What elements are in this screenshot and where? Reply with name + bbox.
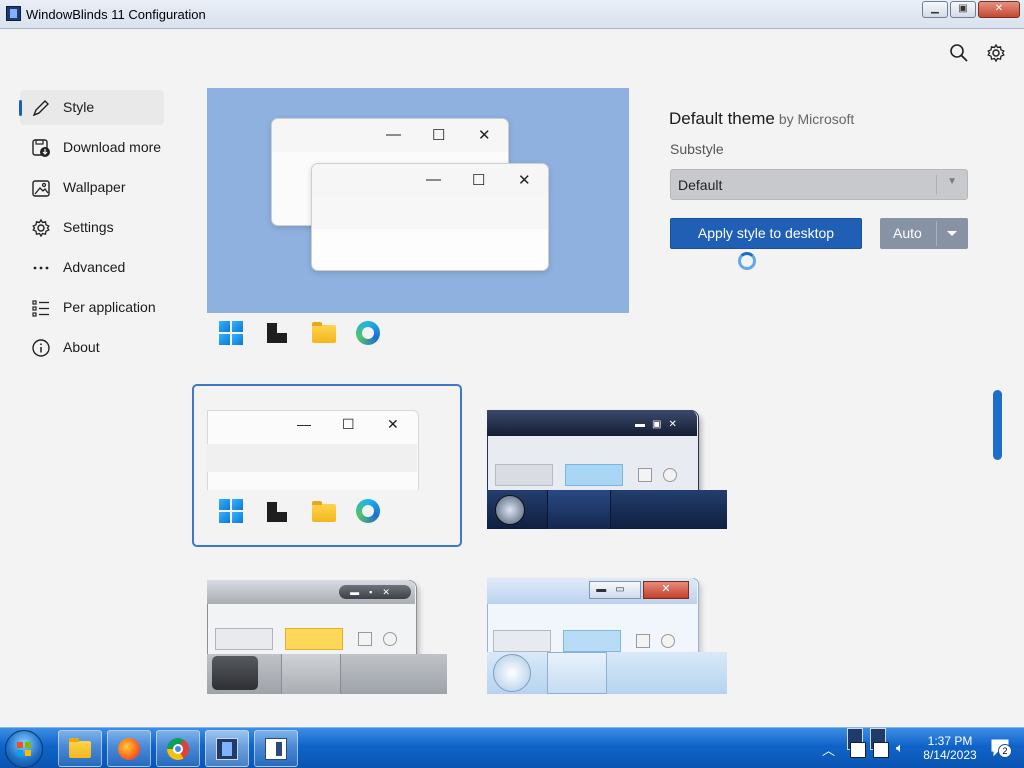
taskbar-firefox[interactable] xyxy=(107,730,151,767)
nav-label-about: About xyxy=(63,339,100,355)
nav-item-wallpaper[interactable]: Wallpaper xyxy=(20,170,164,205)
settings-app-icon xyxy=(265,738,287,760)
file-explorer-icon xyxy=(69,738,91,758)
preview-maximize-icon: ☐ xyxy=(432,127,446,144)
preview-close-icon: ✕ xyxy=(518,172,531,189)
nav-label-wallpaper: Wallpaper xyxy=(63,179,126,195)
theme-preview: — ☐ ✕ — ☐ ✕ xyxy=(207,88,629,313)
taskbar-file-explorer[interactable] xyxy=(58,730,102,767)
app-icon xyxy=(6,6,21,21)
nav-item-style[interactable]: Style xyxy=(19,90,164,125)
maximize-button[interactable]: ▣ xyxy=(950,1,976,18)
theme-thumbnail-silver[interactable]: ▬▪✕ xyxy=(207,572,447,694)
info-icon xyxy=(32,339,50,357)
gear-icon xyxy=(32,218,50,238)
taskbar-windowblinds[interactable] xyxy=(205,730,249,767)
volume-icon[interactable]: 🔈︎ xyxy=(896,740,904,756)
show-hidden-icons-button[interactable]: ︿ xyxy=(822,740,835,759)
tray-app-icon[interactable] xyxy=(850,742,866,758)
terminal-icon xyxy=(267,323,287,343)
minimize-button[interactable]: ▁ xyxy=(922,1,948,18)
substyle-value: Default xyxy=(678,177,723,193)
theme-name: Default theme xyxy=(669,109,775,128)
preview-minimize-icon: — xyxy=(426,171,441,188)
preview-maximize-icon: ☐ xyxy=(472,172,486,189)
search-icon[interactable] xyxy=(949,43,969,63)
title-bar: WindowBlinds 11 Configuration ▁ ▣ ✕ xyxy=(0,0,1024,29)
nav-label-per-application: Per application xyxy=(63,299,156,315)
preview-close-icon: ✕ xyxy=(478,127,491,144)
close-button[interactable]: ✕ xyxy=(978,1,1020,18)
preview-minimize-icon: — xyxy=(386,126,401,143)
vertical-scrollbar-thumb[interactable] xyxy=(993,390,1002,460)
notification-center-button[interactable]: 2 xyxy=(990,738,1012,758)
start-button-icon xyxy=(212,656,258,690)
preview-window-front: — ☐ ✕ xyxy=(311,163,549,271)
gear-icon[interactable] xyxy=(986,43,1006,63)
nav-item-per-application[interactable]: Per application xyxy=(20,290,164,325)
preview-minimize-icon: — xyxy=(297,416,311,432)
list-icon xyxy=(32,300,49,317)
taskbar-settings-app[interactable] xyxy=(254,730,298,767)
folder-icon xyxy=(312,501,336,522)
edge-icon xyxy=(356,321,380,345)
notification-count-badge: 2 xyxy=(998,744,1012,758)
theme-author: by Microsoft xyxy=(778,111,855,127)
substyle-label: Substyle xyxy=(670,141,724,157)
theme-title: Default theme by Microsoft xyxy=(669,109,854,129)
substyle-dropdown[interactable]: Default ▼ xyxy=(670,169,968,200)
window-title: WindowBlinds 11 Configuration xyxy=(26,7,206,22)
nav-label-settings: Settings xyxy=(63,219,114,235)
tray-app-icon[interactable] xyxy=(873,742,889,758)
preview-maximize-icon: ☐ xyxy=(342,416,355,432)
image-icon xyxy=(32,180,50,197)
nav-item-settings[interactable]: Settings xyxy=(20,210,164,245)
nav-label-download: Download more s xyxy=(63,139,164,155)
silver-window-controls: ▬▪✕ xyxy=(339,585,411,599)
windows-logo-icon xyxy=(219,499,243,523)
theme-thumbnail-light-blue[interactable]: ▬▭ ✕ xyxy=(487,572,727,694)
start-orb-icon xyxy=(493,654,531,692)
auto-label: Auto xyxy=(893,225,922,241)
start-orb-icon xyxy=(495,495,525,525)
folder-icon xyxy=(312,322,336,343)
clock-date: 8/14/2023 xyxy=(923,748,977,762)
taskbar-chrome[interactable] xyxy=(156,730,200,767)
start-button[interactable] xyxy=(5,730,43,768)
chevron-down-icon[interactable] xyxy=(944,225,960,241)
clock-time: 1:37 PM xyxy=(927,734,973,748)
chrome-icon xyxy=(167,738,189,760)
brush-icon xyxy=(32,100,49,117)
windows-logo-icon xyxy=(219,321,243,345)
lightblue-close-control: ✕ xyxy=(643,581,689,599)
nav-item-advanced[interactable]: Advanced xyxy=(20,250,164,285)
nav-item-download[interactable]: Download more s xyxy=(20,130,164,165)
auto-split-button[interactable]: Auto xyxy=(880,218,968,249)
lightblue-min-max-controls: ▬▭ xyxy=(589,581,641,599)
dark-window-controls: ▬▣✕ xyxy=(635,419,684,430)
theme-thumbnail-preview: — ☐ ✕ xyxy=(207,398,447,533)
terminal-icon xyxy=(267,502,287,522)
loading-spinner-icon xyxy=(738,252,756,270)
windowblinds-icon xyxy=(216,738,238,760)
nav-label-advanced: Advanced xyxy=(63,259,126,275)
download-icon xyxy=(32,139,50,157)
theme-thumbnail-dark-blue[interactable]: ▬▣✕ xyxy=(487,402,727,529)
nav-label-style: Style xyxy=(63,99,95,115)
firefox-icon xyxy=(118,738,140,760)
edge-icon xyxy=(356,499,380,523)
clock[interactable]: 1:37 PM 8/14/2023 xyxy=(915,734,985,762)
preview-close-icon: ✕ xyxy=(387,416,399,432)
chevron-down-icon: ▼ xyxy=(947,176,957,187)
nav-item-about[interactable]: About xyxy=(20,330,164,365)
more-icon xyxy=(33,266,49,270)
selection-marker xyxy=(19,100,22,116)
preview-taskbar xyxy=(207,313,629,353)
taskbar: ︿ 🔈︎ 1:37 PM 8/14/2023 2 xyxy=(0,727,1024,768)
windows-flag-icon xyxy=(17,742,31,756)
apply-style-button[interactable]: Apply style to desktop xyxy=(670,218,862,249)
